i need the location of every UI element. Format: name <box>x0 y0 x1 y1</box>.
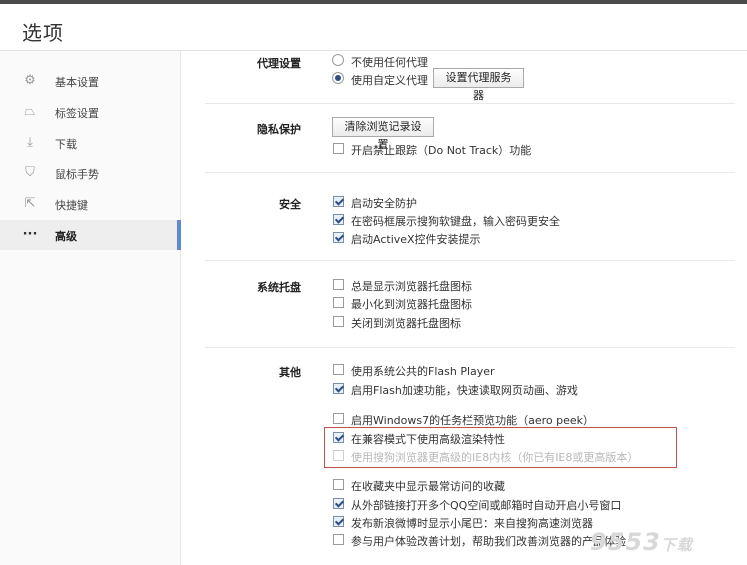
watermark-suffix: 下载 <box>660 536 693 554</box>
sidebar-item-advanced[interactable]: ··· 高级 <box>0 220 181 250</box>
option-label: 启动安全防护 <box>351 197 417 210</box>
sidebar-item-label: 快捷键 <box>55 199 88 212</box>
option-label: 参与用户体验改善计划，帮助我们改善浏览器的产品体验 <box>351 535 626 548</box>
option-label: 不使用任何代理 <box>351 56 428 69</box>
tab-icon: ⏢ <box>24 104 36 119</box>
section-label-other: 其他 <box>279 366 301 379</box>
sidebar-item-label: 标签设置 <box>55 107 99 120</box>
checkbox-soft-keyboard[interactable] <box>333 214 344 225</box>
settings-panel: 代理设置 不使用任何代理 使用自定义代理 设置代理服务器 隐私保护 清除浏览记录… <box>181 51 747 565</box>
option-label: 启用Flash加速功能，快速读取网页动画、游戏 <box>351 384 578 397</box>
option-label: 启用Windows7的任务栏预览功能（aero peek） <box>351 414 595 427</box>
sidebar-item-mouse-gestures[interactable]: ⛉ 鼠标手势 <box>0 158 180 188</box>
checkbox-tray-close[interactable] <box>333 316 344 327</box>
sidebar-item-download[interactable]: ⤓ 下载 <box>0 128 180 158</box>
dialog-title: 选项 <box>22 21 64 45</box>
section-label-tray: 系统托盘 <box>257 281 301 294</box>
section-label-privacy: 隐私保护 <box>257 123 301 136</box>
checkbox-flash-accel[interactable] <box>333 383 344 394</box>
option-label: 发布新浪微博时显示小尾巴：来自搜狗高速浏览器 <box>351 517 593 530</box>
section-divider <box>205 260 735 261</box>
checkbox-do-not-track[interactable] <box>333 143 344 154</box>
option-label: 从外部链接打开多个QQ空间或邮箱时自动开启小号窗口 <box>351 499 622 512</box>
dialog-header: 选项 <box>0 4 747 51</box>
clear-history-settings-button[interactable]: 清除浏览记录设置 <box>332 117 434 151</box>
option-label: 总是显示浏览器托盘图标 <box>351 280 472 293</box>
sidebar-item-basic[interactable]: ⚙ 基本设置 <box>0 66 180 96</box>
checkbox-frequent-favorites[interactable] <box>333 479 344 490</box>
checkbox-weibo-tail[interactable] <box>333 516 344 527</box>
proxy-settings-button[interactable]: 设置代理服务器 <box>433 68 524 102</box>
checkbox-aero-peek[interactable] <box>333 413 344 424</box>
option-label: 开启禁止跟踪（Do Not Track）功能 <box>351 144 532 157</box>
sidebar-item-label: 下载 <box>55 138 77 151</box>
highlight-annotation-box <box>324 427 677 468</box>
sidebar-item-label: 鼠标手势 <box>55 168 99 181</box>
sidebar-item-tabs[interactable]: ⏢ 标签设置 <box>0 97 180 127</box>
shortcut-icon: ⇱ <box>24 196 36 211</box>
option-label: 在收藏夹中显示最常访问的收藏 <box>351 480 505 493</box>
checkbox-tray-minimize[interactable] <box>333 297 344 308</box>
option-label: 关闭到浏览器托盘图标 <box>351 317 461 330</box>
sidebar-item-label: 基本设置 <box>55 76 99 89</box>
option-label: 使用自定义代理 <box>351 74 428 87</box>
section-divider <box>205 103 735 104</box>
section-divider <box>205 172 735 173</box>
option-label: 启动ActiveX控件安装提示 <box>351 233 481 246</box>
gear-icon: ⚙ <box>24 73 36 88</box>
sidebar-item-label: 高级 <box>55 230 77 243</box>
option-label: 使用系统公共的Flash Player <box>351 365 495 378</box>
checkbox-safe-guard[interactable] <box>333 196 344 207</box>
checkbox-qq-alt-window[interactable] <box>333 498 344 509</box>
watermark-main: 9553 <box>590 528 661 556</box>
option-label: 在密码框展示搜狗软键盘，输入密码更安全 <box>351 215 560 228</box>
checkbox-activex-prompt[interactable] <box>333 232 344 243</box>
sidebar: ⚙ 基本设置 ⏢ 标签设置 ⤓ 下载 ⛉ 鼠标手势 ⇱ 快捷键 ··· 高级 <box>0 51 181 565</box>
radio-no-proxy[interactable] <box>332 54 344 66</box>
more-icon: ··· <box>22 227 38 242</box>
site-watermark: 9553下载 <box>590 528 693 556</box>
section-divider <box>205 347 735 348</box>
section-label-security: 安全 <box>279 198 301 211</box>
option-label: 最小化到浏览器托盘图标 <box>351 298 472 311</box>
radio-custom-proxy[interactable] <box>332 72 344 84</box>
checkbox-ux-program[interactable] <box>333 534 344 545</box>
section-label-proxy: 代理设置 <box>257 57 301 70</box>
mouse-icon: ⛉ <box>25 165 35 180</box>
download-icon: ⤓ <box>27 135 33 150</box>
sidebar-item-shortcuts[interactable]: ⇱ 快捷键 <box>0 189 180 219</box>
checkbox-tray-always[interactable] <box>333 279 344 290</box>
checkbox-system-flash[interactable] <box>333 364 344 375</box>
